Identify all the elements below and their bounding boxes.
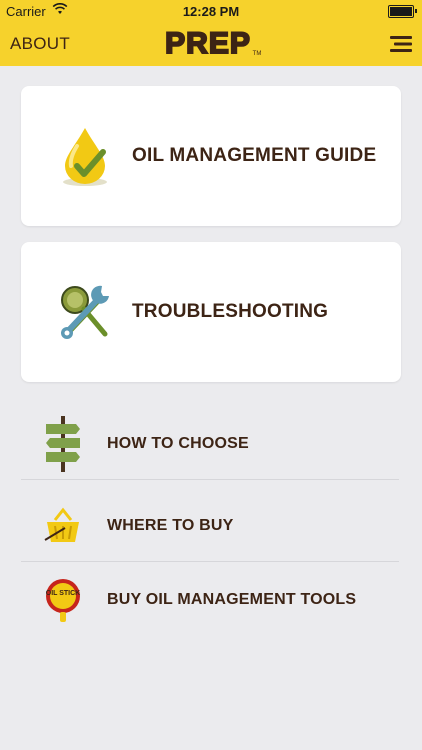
- oil-stick-icon: OIL STICK: [46, 579, 80, 622]
- buy-oil-management-tools-item[interactable]: OIL STICK BUY OIL MANAGEMENT TOOLS: [21, 564, 399, 636]
- divider: [21, 561, 399, 562]
- prep-logo-mark: PREP TM: [164, 26, 262, 61]
- clock-label: 12:28 PM: [182, 4, 240, 19]
- logo-text: PREP: [165, 27, 251, 60]
- app-header: Carrier 12:28 PM ABOUT PREP TM: [0, 0, 422, 66]
- card-label: TROUBLESHOOTING: [132, 301, 329, 322]
- card-label: OIL MANAGEMENT GUIDE: [132, 145, 377, 166]
- logo-tm: TM: [253, 51, 262, 57]
- badge-text: OIL STICK: [46, 590, 80, 597]
- signpost-icon: [46, 416, 80, 472]
- list-item-label: BUY OIL MANAGEMENT TOOLS: [107, 591, 357, 608]
- oil-management-guide-card[interactable]: OIL MANAGEMENT GUIDE: [21, 86, 401, 226]
- troubleshooting-card[interactable]: TROUBLESHOOTING: [21, 242, 401, 382]
- divider: [21, 479, 399, 480]
- oil-drop-check-icon: [63, 128, 107, 186]
- hamburger-icon[interactable]: [390, 36, 412, 52]
- prep-logo: PREP TM: [0, 22, 422, 67]
- list-item-label: HOW TO CHOOSE: [107, 435, 249, 452]
- where-to-buy-item[interactable]: WHERE TO BUY: [21, 490, 399, 562]
- battery-tip: [415, 9, 417, 13]
- list-item-label: WHERE TO BUY: [107, 517, 234, 534]
- how-to-choose-item[interactable]: HOW TO CHOOSE: [21, 408, 399, 480]
- battery-icon: [388, 5, 414, 18]
- wrench-magnifier-icon: [61, 285, 109, 339]
- status-bar: Carrier 12:28 PM: [0, 0, 422, 22]
- basket-icon: [44, 507, 79, 542]
